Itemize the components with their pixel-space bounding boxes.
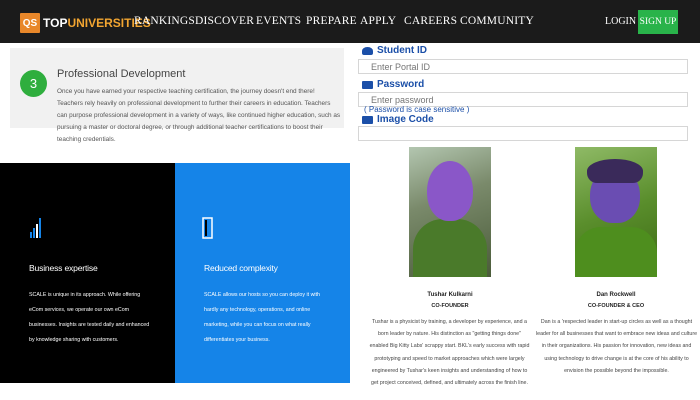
team-bio: Dan is a 'respected leader in start-up c… <box>535 319 698 374</box>
qs-logo[interactable]: QS TOP UNIVERSITIES <box>20 12 151 34</box>
team-role: CO-FOUNDER <box>431 303 469 309</box>
nav-rankings[interactable]: RANKINGS <box>134 15 195 27</box>
signup-button[interactable]: SIGN UP <box>638 10 678 34</box>
image-code-input[interactable] <box>358 126 688 141</box>
student-id-input[interactable] <box>358 59 688 74</box>
student-id-label-text: Student ID <box>377 45 427 56</box>
feature-title: Business expertise <box>29 263 98 273</box>
step-number: 3 <box>20 70 47 97</box>
nav-careers[interactable]: CAREERS <box>404 15 457 27</box>
feature-text: SCALE allows our hosts so you can deploy… <box>204 292 321 343</box>
photo-body <box>575 227 657 277</box>
key-icon <box>362 80 373 89</box>
photo-hair <box>587 159 643 183</box>
logo-text-top: TOP <box>43 16 68 30</box>
feature-reduced-complexity: Reduced complexity SCALE allows our host… <box>175 163 350 383</box>
login-link[interactable]: LOGIN <box>605 16 636 27</box>
feature-business-expertise: Business expertise SCALE is unique in it… <box>0 163 175 383</box>
nav-prepare[interactable]: PREPARE <box>306 15 357 27</box>
image-code-icon <box>362 115 373 124</box>
feature-text: SCALE is unique in its approach. While o… <box>29 292 150 343</box>
nav-events[interactable]: EVENTS <box>256 15 301 27</box>
image-code-label: Image Code <box>362 114 434 125</box>
image-code-label-text: Image Code <box>377 114 434 125</box>
logo-mark: QS <box>20 13 40 33</box>
team-photo-dan <box>575 147 657 277</box>
team-bio: Tushar is a physicist by training, a dev… <box>369 319 530 387</box>
top-nav: QS TOP UNIVERSITIES RANKINGS DISCOVER EV… <box>0 0 700 43</box>
feature-title: Reduced complexity <box>204 263 278 273</box>
team-name: Dan Rockwell <box>596 292 636 298</box>
student-id-label: Student ID <box>362 45 427 56</box>
professional-development-card: 3 Professional Development Once you have… <box>10 48 344 143</box>
team-name: Tushar Kulkarni <box>427 292 473 298</box>
photo-head <box>427 161 473 221</box>
nav-community[interactable]: COMMUNITY <box>460 15 534 27</box>
password-label-text: Password <box>377 79 425 90</box>
team-photo-tushar <box>409 147 491 277</box>
nav-apply[interactable]: APPLY <box>360 15 396 27</box>
document-icon <box>202 217 213 239</box>
photo-body <box>413 219 487 277</box>
pd-description: Once you have earned your respective tea… <box>57 88 341 143</box>
password-label: Password <box>362 79 424 90</box>
bar-chart-icon <box>30 218 41 238</box>
user-icon <box>362 46 373 55</box>
pd-title: Professional Development <box>57 68 186 80</box>
team-role: CO-FOUNDER & CEO <box>587 303 645 309</box>
password-case-note: ( Password is case sensitive ) <box>364 105 470 114</box>
nav-discover[interactable]: DISCOVER <box>195 15 254 27</box>
